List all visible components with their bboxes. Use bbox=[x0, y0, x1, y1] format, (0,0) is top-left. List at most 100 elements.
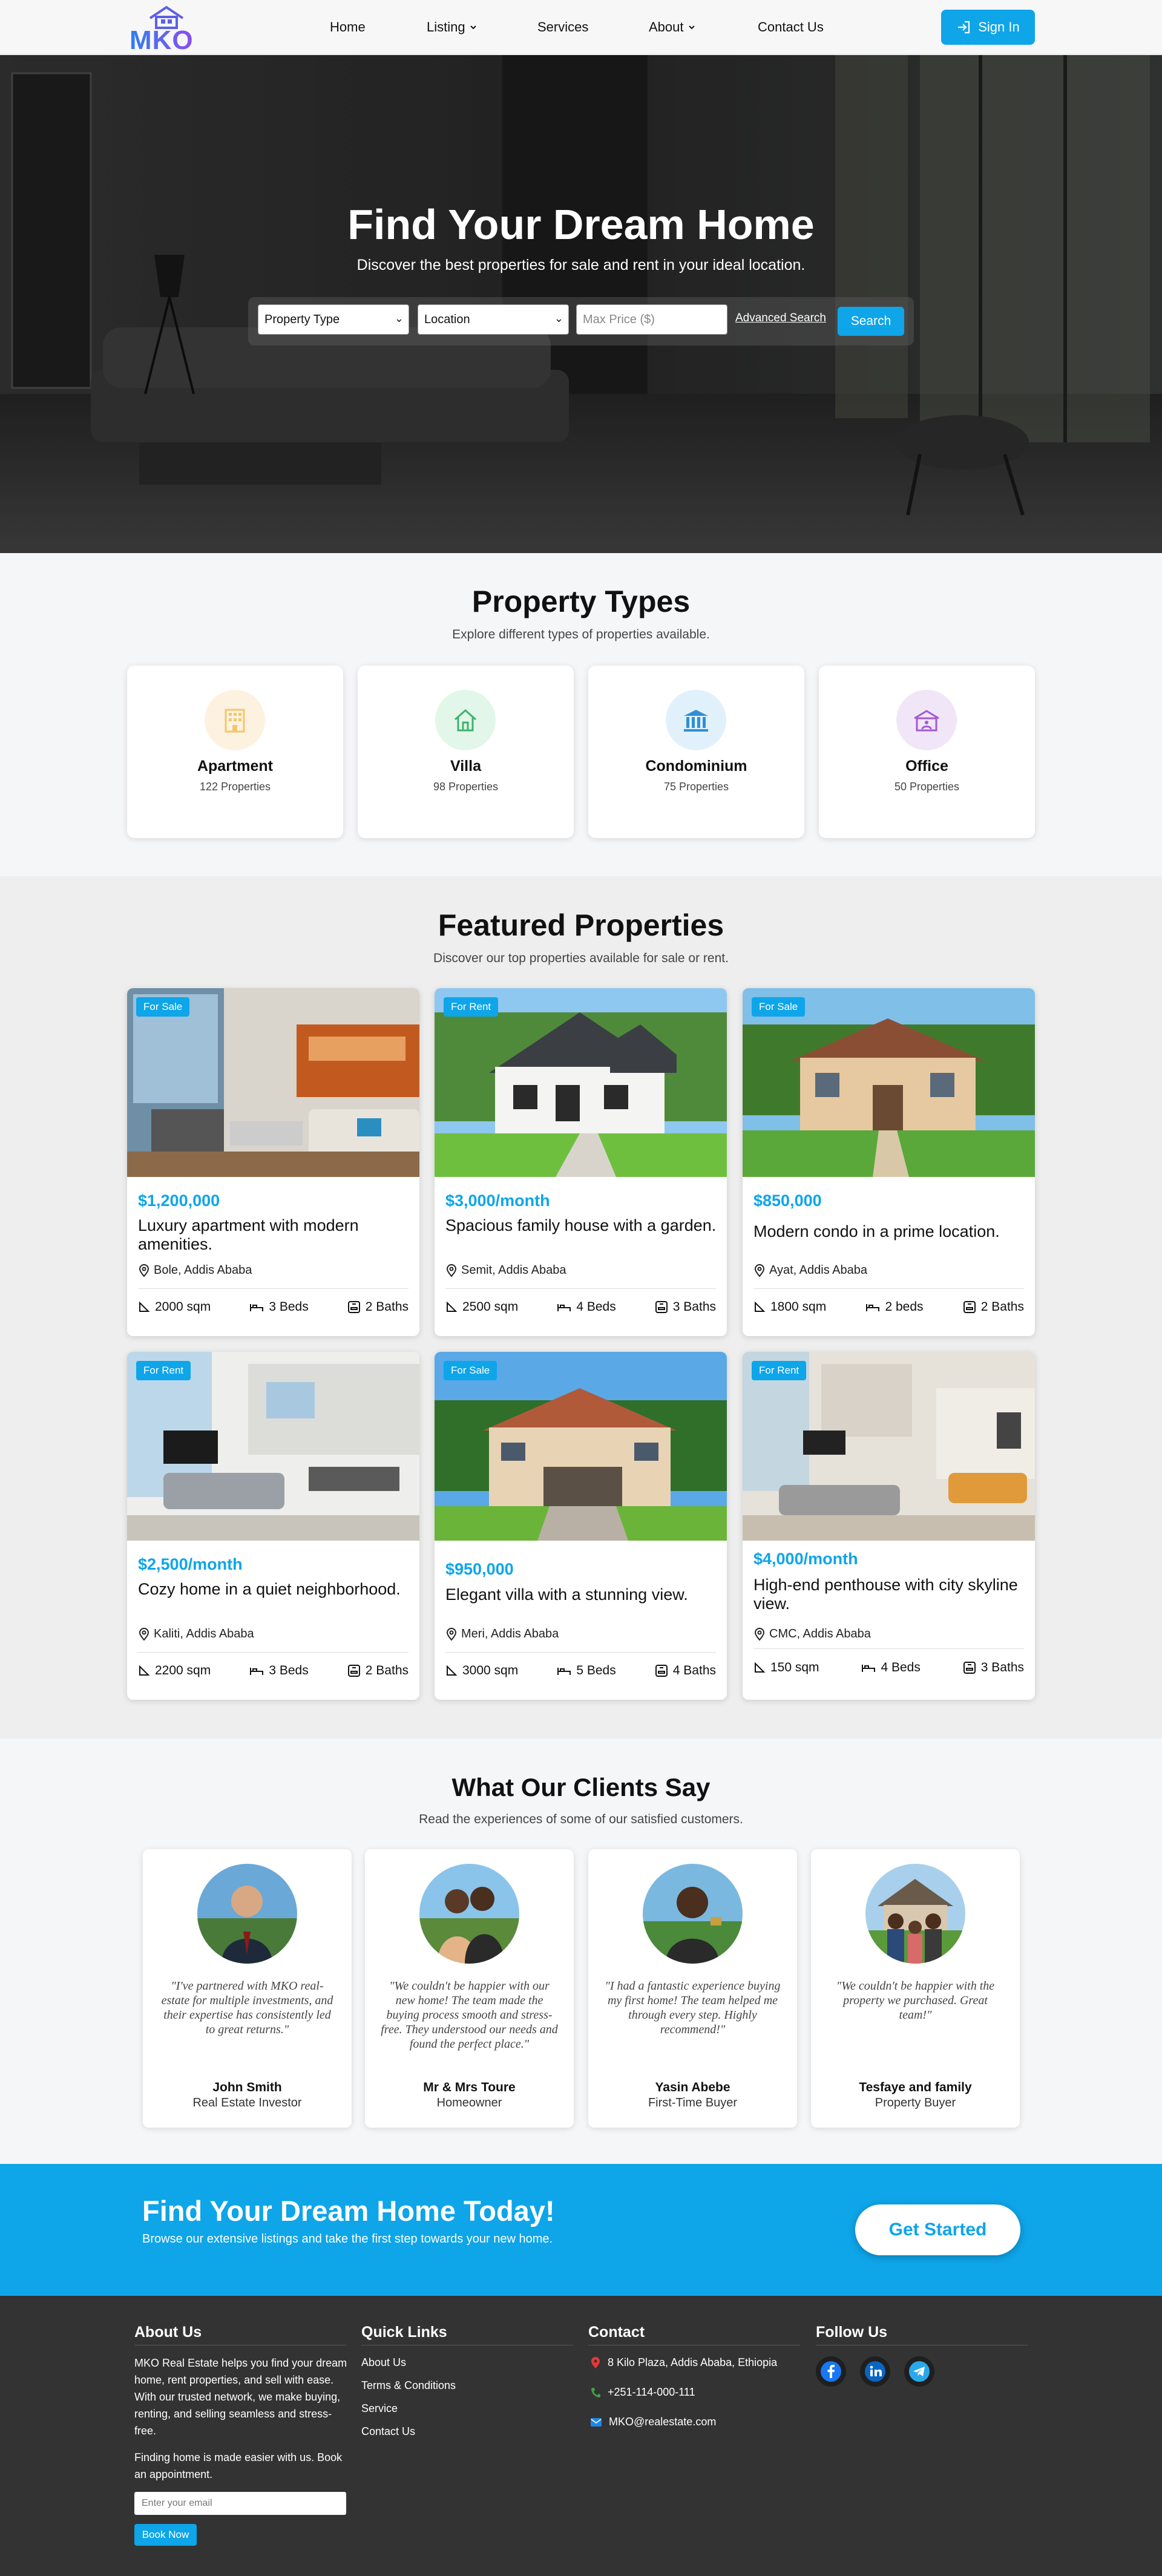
divider bbox=[445, 1288, 716, 1289]
footer-link-about-us[interactable]: About Us bbox=[361, 2356, 406, 2369]
nav-about[interactable]: About bbox=[649, 19, 696, 35]
property-title: High-end penthouse with city skyline vie… bbox=[753, 1576, 1018, 1613]
bed-icon bbox=[866, 1304, 880, 1311]
location-pin-icon bbox=[446, 1263, 457, 1277]
advanced-search-link[interactable]: Advanced Search bbox=[735, 312, 826, 325]
property-type-card-office[interactable]: Office 50 Properties bbox=[819, 666, 1035, 838]
max-price-input[interactable]: Max Price ($) bbox=[576, 304, 727, 335]
beds-stat: 3 Beds bbox=[249, 1663, 309, 1678]
footer-link-contact-us[interactable]: Contact Us bbox=[361, 2425, 415, 2438]
property-title: Elegant villa with a stunning view. bbox=[445, 1585, 688, 1604]
hero-section: Find Your Dream Home Discover the best p… bbox=[0, 55, 1162, 553]
divider bbox=[138, 1652, 409, 1653]
footer-email-text: MKO@realestate.com bbox=[609, 2416, 717, 2428]
footer-address: 8 Kilo Plaza, Addis Ababa, Ethiopia bbox=[591, 2356, 777, 2369]
nav-services[interactable]: Services bbox=[537, 19, 588, 35]
baths-stat: 4 Baths bbox=[655, 1663, 716, 1678]
property-type-count: 75 Properties bbox=[663, 781, 729, 793]
book-now-button[interactable]: Book Now bbox=[134, 2524, 197, 2546]
facebook-icon[interactable] bbox=[816, 2356, 846, 2387]
logo[interactable]: MKO bbox=[127, 5, 206, 55]
baths-value: 2 Baths bbox=[365, 1300, 409, 1314]
area-stat: 2200 sqm bbox=[138, 1663, 211, 1678]
avatar bbox=[643, 1864, 743, 1964]
property-location: Ayat, Addis Ababa bbox=[753, 1263, 867, 1277]
listing-badge: For Rent bbox=[752, 1361, 807, 1380]
property-type-count: 98 Properties bbox=[433, 781, 499, 793]
property-type-card-villa[interactable]: Villa 98 Properties bbox=[358, 666, 574, 838]
baths-stat: 2 Baths bbox=[347, 1663, 409, 1678]
footer-contact-heading: Contact bbox=[588, 2324, 645, 2341]
bed-icon bbox=[862, 1665, 876, 1672]
area-icon bbox=[447, 1665, 458, 1676]
listing-badge: For Sale bbox=[444, 1361, 497, 1380]
property-type-value: Property Type bbox=[264, 313, 340, 326]
property-price: $1,200,000 bbox=[138, 1191, 220, 1210]
testimonials-subtitle: Read the experiences of some of our sati… bbox=[419, 1812, 743, 1826]
property-type-select[interactable]: Property Type ⌄ bbox=[258, 304, 409, 335]
get-started-button[interactable]: Get Started bbox=[855, 2204, 1020, 2255]
area-value: 3000 sqm bbox=[462, 1663, 519, 1677]
area-icon bbox=[139, 1301, 150, 1312]
sign-in-button[interactable]: Sign In bbox=[941, 10, 1035, 45]
nav-contact-us[interactable]: Contact Us bbox=[758, 19, 824, 35]
area-stat: 150 sqm bbox=[753, 1660, 819, 1675]
cta-title: Find Your Dream Home Today! bbox=[142, 2195, 555, 2227]
baths-value: 3 Baths bbox=[980, 1660, 1024, 1674]
property-card[interactable]: For Rent $3,000/month Spacious family ho… bbox=[435, 988, 727, 1336]
baths-value: 4 Baths bbox=[672, 1663, 716, 1677]
property-types-title: Property Types bbox=[471, 585, 691, 618]
area-value: 2000 sqm bbox=[155, 1300, 211, 1314]
footer-links-heading: Quick Links bbox=[361, 2324, 447, 2341]
property-location-text: Bole, Addis Ababa bbox=[154, 1263, 252, 1277]
property-price: $4,000/month bbox=[753, 1550, 858, 1568]
property-location: CMC, Addis Ababa bbox=[753, 1627, 871, 1641]
property-card[interactable]: For Rent $2,500/month Cozy home in a qui… bbox=[127, 1352, 419, 1700]
bath-icon bbox=[963, 1662, 976, 1674]
bath-icon bbox=[963, 1301, 976, 1313]
area-stat: 2500 sqm bbox=[445, 1300, 518, 1314]
footer-email-input[interactable]: Enter your email bbox=[134, 2492, 346, 2515]
property-location-text: Meri, Addis Ababa bbox=[461, 1627, 559, 1640]
baths-stat: 2 Baths bbox=[347, 1300, 409, 1314]
listing-badge: For Rent bbox=[136, 1361, 191, 1380]
location-select[interactable]: Location ⌄ bbox=[418, 304, 569, 335]
beds-value: 5 Beds bbox=[576, 1663, 616, 1677]
footer-link-terms[interactable]: Terms & Conditions bbox=[361, 2379, 456, 2392]
condominium-icon bbox=[666, 690, 726, 750]
property-stats: 150 sqm 4 Beds 3 Baths bbox=[753, 1660, 1024, 1675]
property-type-card-condominium[interactable]: Condominium 75 Properties bbox=[588, 666, 804, 838]
property-title: Spacious family house with a garden. bbox=[445, 1216, 717, 1234]
divider bbox=[753, 1648, 1024, 1649]
property-price: $950,000 bbox=[445, 1560, 514, 1578]
footer: About Us MKO Real Estate helps you find … bbox=[0, 2296, 1162, 2576]
nav-listing[interactable]: Listing bbox=[427, 19, 478, 35]
area-value: 2500 sqm bbox=[462, 1300, 519, 1314]
featured-subtitle: Discover our top properties available fo… bbox=[433, 951, 729, 965]
telegram-icon[interactable] bbox=[904, 2356, 934, 2387]
search-button[interactable]: Search bbox=[838, 307, 904, 336]
property-title: Luxury apartment with modern amenities. bbox=[138, 1216, 359, 1253]
area-icon bbox=[755, 1301, 766, 1312]
property-card[interactable]: For Sale $850,000 Modern condo in a prim… bbox=[743, 988, 1035, 1336]
avatar bbox=[865, 1864, 965, 1964]
cta-banner: Find Your Dream Home Today! Browse our e… bbox=[0, 2164, 1162, 2296]
property-type-card-apartment[interactable]: Apartment 122 Properties bbox=[127, 666, 343, 838]
property-card[interactable]: For Rent $4,000/month High-end penthouse… bbox=[743, 1352, 1035, 1700]
area-value: 2200 sqm bbox=[155, 1663, 211, 1677]
property-location: Meri, Addis Ababa bbox=[445, 1627, 559, 1641]
area-icon bbox=[755, 1662, 766, 1673]
testimonial-role: Property Buyer bbox=[875, 2096, 956, 2109]
nav-home[interactable]: Home bbox=[330, 19, 366, 35]
avatar bbox=[197, 1864, 297, 1964]
baths-stat: 3 Baths bbox=[655, 1300, 716, 1314]
beds-stat: 4 Beds bbox=[861, 1660, 921, 1675]
bath-icon bbox=[655, 1665, 668, 1677]
testimonial-card: "I've partnered with MKO real-estate for… bbox=[143, 1849, 352, 2128]
linkedin-icon[interactable] bbox=[860, 2356, 890, 2387]
hero-subtitle: Discover the best properties for sale an… bbox=[356, 257, 806, 274]
footer-link-service[interactable]: Service bbox=[361, 2402, 398, 2415]
property-card[interactable]: For Sale $1,200,000 Luxury apartment wit… bbox=[127, 988, 419, 1336]
property-card[interactable]: For Sale $950,000 Elegant villa with a s… bbox=[435, 1352, 727, 1700]
property-type-name: Villa bbox=[450, 758, 481, 775]
